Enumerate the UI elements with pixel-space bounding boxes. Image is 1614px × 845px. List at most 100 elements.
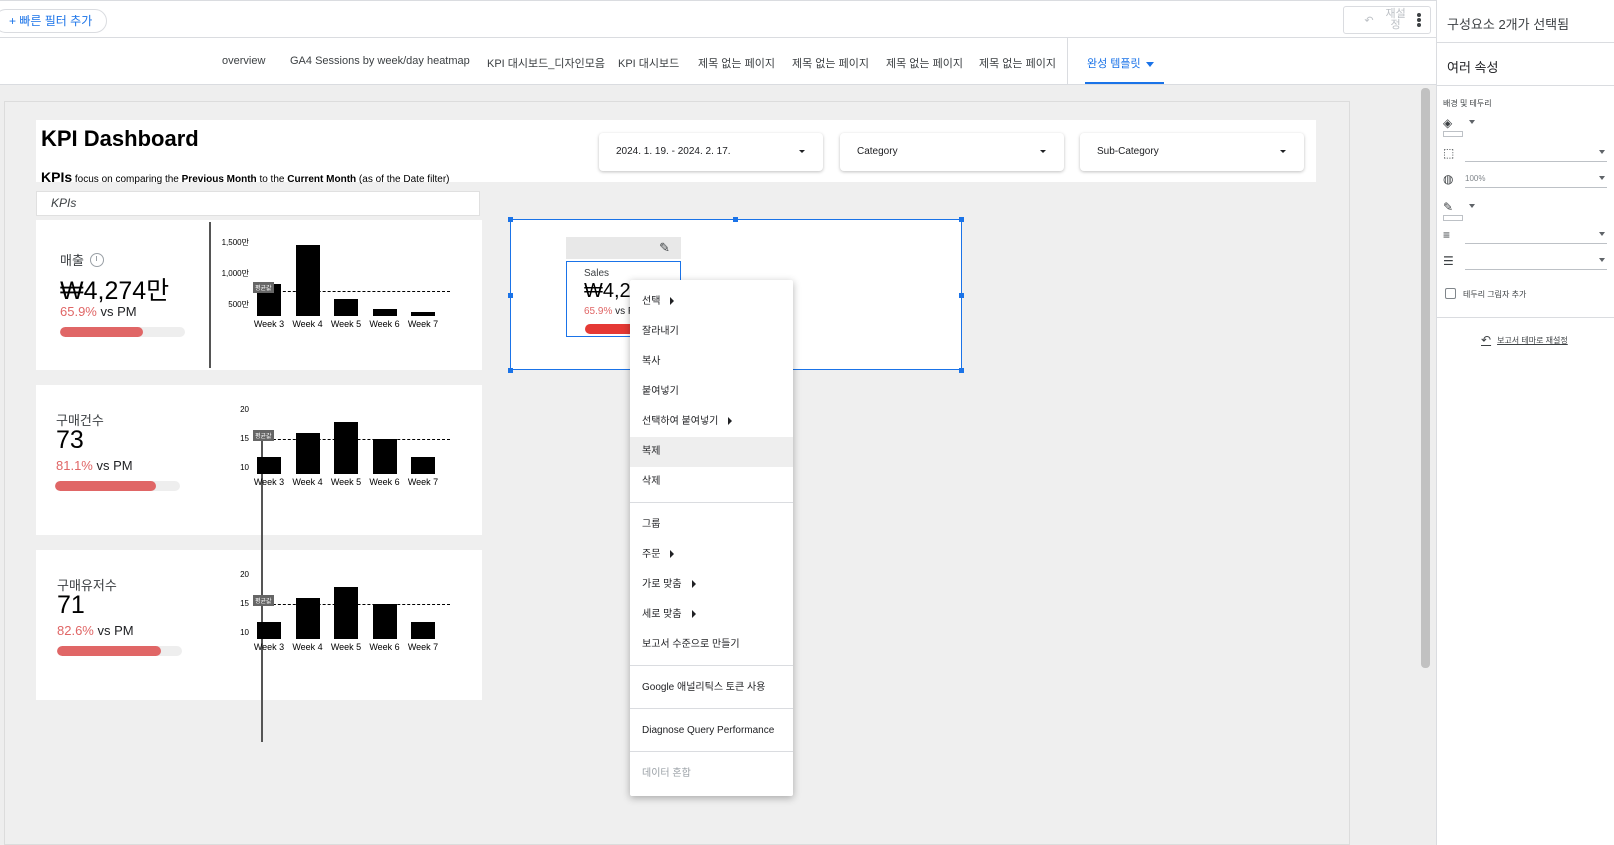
y-tick-label: 15	[240, 599, 249, 608]
border-style-select[interactable]: ⬚	[1443, 144, 1607, 162]
kpi-progress-track	[55, 481, 180, 491]
caret-down-icon	[1469, 204, 1475, 208]
border-dash-select[interactable]: ☰	[1443, 252, 1607, 270]
color-swatch[interactable]	[1443, 215, 1463, 221]
average-line	[253, 291, 450, 293]
resize-handle[interactable]	[508, 293, 513, 298]
tab-overview[interactable]: overview	[222, 55, 265, 67]
resize-handle[interactable]	[959, 293, 964, 298]
kpi-progress-fill	[57, 646, 161, 656]
kpi-value: 73	[56, 426, 84, 454]
tab-kpi-design[interactable]: KPI 대시보드_디자인모음	[487, 55, 605, 71]
x-tick-label: Week 6	[369, 642, 400, 652]
menu-item-diagnose-query[interactable]: Diagnose Query Performance	[630, 716, 793, 746]
resize-handle[interactable]	[733, 217, 738, 222]
vertical-scrollbar[interactable]	[1421, 88, 1430, 668]
y-tick-label: 1,500만	[221, 238, 249, 248]
menu-item-paste-special[interactable]: 선택하여 붙여넣기	[630, 407, 793, 437]
border-color-picker[interactable]: ✎	[1443, 198, 1607, 216]
chart-bar	[372, 439, 397, 474]
tab-untitled-3[interactable]: 제목 없는 페이지	[886, 55, 963, 71]
subtitle-text-3: (as of the Date filter)	[358, 174, 450, 185]
caret-down-icon	[1040, 150, 1046, 153]
menu-item-duplicate[interactable]: 복제	[630, 437, 793, 467]
x-tick-label: Week 7	[407, 319, 439, 329]
x-tick-label: Week 3	[253, 642, 285, 652]
x-tick-label: Week 3	[253, 319, 285, 329]
subtitle-previous-month: Previous Month	[181, 174, 257, 185]
kpi-progress-fill	[55, 481, 157, 491]
pencil-icon: ✎	[1443, 200, 1454, 214]
menu-item-ga-token[interactable]: Google 애널리틱스 토큰 사용	[630, 673, 793, 703]
chart-bar	[411, 456, 435, 474]
tab-untitled-1[interactable]: 제목 없는 페이지	[698, 55, 775, 71]
more-options-icon[interactable]	[1414, 11, 1424, 29]
menu-divider	[630, 751, 793, 752]
scorecard-name: Sales	[584, 268, 610, 279]
resize-handle[interactable]	[508, 217, 513, 222]
menu-item-align-vertical[interactable]: 세로 맞춤	[630, 600, 793, 630]
page-title: KPI Dashboard	[41, 126, 199, 151]
tab-complete-template[interactable]: 완성 템플릿	[1085, 55, 1164, 84]
date-range-filter[interactable]: 2024. 1. 19. - 2024. 2. 17.	[599, 133, 823, 171]
reset-theme-link[interactable]: ↶ 보고서 테마로 재설정	[1481, 333, 1568, 347]
shadow-checkbox[interactable]	[1445, 288, 1456, 299]
menu-item-cut[interactable]: 잘라내기	[630, 317, 793, 347]
undo-icon: ↶	[1481, 333, 1492, 347]
section-label: 배경 및 테두리	[1443, 99, 1492, 108]
add-quick-filter-button[interactable]: + 빠른 필터 추가	[0, 9, 108, 33]
menu-item-label: 선택	[642, 296, 661, 307]
line-style-icon: ☰	[1443, 254, 1454, 268]
opacity-select[interactable]: ◍ 100%	[1443, 170, 1607, 188]
kpi-progress-track	[60, 327, 185, 337]
kpi-delta-pct: 81.1%	[56, 458, 93, 473]
resize-handle[interactable]	[508, 368, 513, 373]
opacity-icon: ◍	[1443, 172, 1454, 186]
tab-ga4-heatmap[interactable]: GA4 Sessions by week/day heatmap	[290, 55, 470, 67]
chevron-right-icon	[728, 417, 733, 426]
resize-handle[interactable]	[959, 217, 964, 222]
menu-item-order[interactable]: 주문	[630, 540, 793, 570]
menu-item-make-report-level[interactable]: 보고서 수준으로 만들기	[630, 630, 793, 660]
x-tick-label: Week 4	[292, 319, 323, 329]
tab-untitled-2[interactable]: 제목 없는 페이지	[792, 55, 869, 71]
category-value: Category	[857, 146, 898, 157]
menu-item-group[interactable]: 그룹	[630, 510, 793, 540]
caret-down-icon	[1280, 150, 1286, 153]
kpi-progress-track	[57, 646, 182, 656]
shadow-label: 테두리 그림자 추가	[1463, 290, 1527, 299]
pencil-icon[interactable]: ✎	[659, 240, 670, 256]
menu-item-delete[interactable]: 삭제	[630, 467, 793, 497]
page-tabs: overview GA4 Sessions by week/day heatma…	[0, 38, 1436, 85]
menu-item-align-horizontal[interactable]: 가로 맞춤	[630, 570, 793, 600]
scorecard-delta: 65.9% vs P	[584, 306, 635, 317]
subcategory-filter[interactable]: Sub-Category	[1080, 133, 1304, 171]
tab-untitled-4[interactable]: 제목 없는 페이지	[979, 55, 1056, 71]
kpi-delta-pct: 65.9%	[60, 304, 97, 319]
x-tick-label: Week 5	[330, 319, 362, 329]
y-tick-label: 10	[240, 628, 249, 638]
subtitle-kpis: KPIs	[41, 169, 73, 185]
average-label: 평균값	[253, 595, 274, 606]
background-color-picker[interactable]: ◈	[1443, 114, 1607, 132]
y-tick-label: 15	[240, 434, 249, 443]
reset-theme-label: 보고서 테마로 재설정	[1497, 335, 1568, 345]
category-filter[interactable]: Category	[840, 133, 1064, 171]
clock-icon	[89, 253, 104, 267]
tab-kpi-dashboard[interactable]: KPI 대시보드	[618, 55, 679, 71]
kpi-delta-suffix: vs PM	[92, 458, 133, 473]
menu-item-select[interactable]: 선택	[630, 287, 793, 317]
chevron-right-icon	[691, 580, 696, 589]
color-swatch[interactable]	[1443, 131, 1463, 137]
top-toolbar: + 빠른 필터 추가 ↶ 재설정	[0, 0, 1436, 38]
average-label: 평균값	[253, 282, 274, 294]
menu-item-label: 선택하여 붙여넣기	[642, 416, 719, 427]
x-tick-label: Week 7	[407, 477, 439, 487]
resize-handle[interactable]	[959, 368, 964, 373]
menu-item-copy[interactable]: 복사	[630, 347, 793, 377]
chart-bar	[257, 621, 281, 639]
chart-bar	[334, 586, 358, 639]
border-weight-select[interactable]: ≡	[1443, 226, 1607, 244]
menu-item-paste[interactable]: 붙여넣기	[630, 377, 793, 407]
chart-bar	[411, 312, 435, 316]
